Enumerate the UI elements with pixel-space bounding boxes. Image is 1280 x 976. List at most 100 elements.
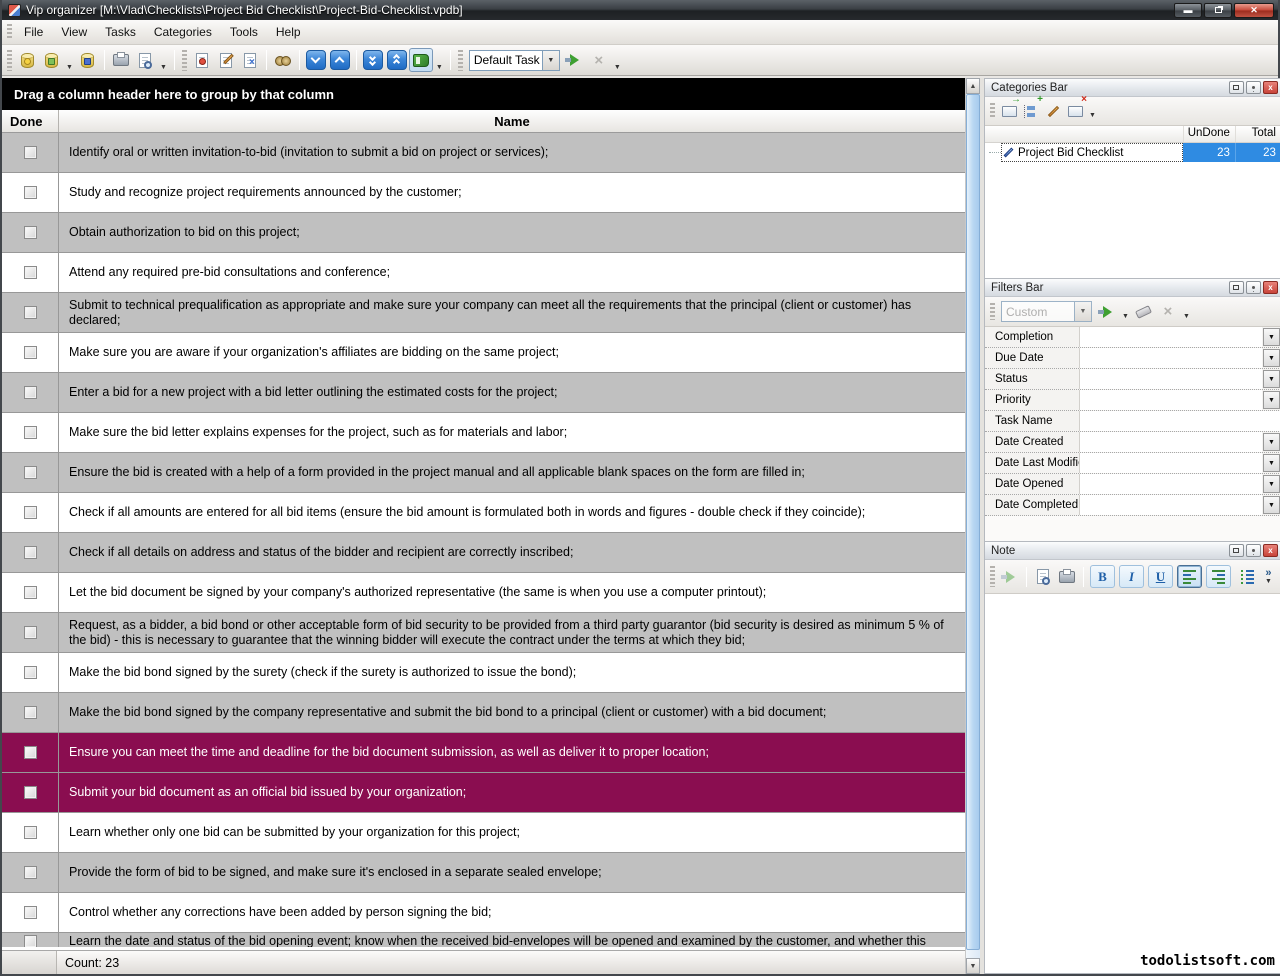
- filters-restore-icon[interactable]: [1229, 281, 1244, 294]
- column-header-name[interactable]: Name: [59, 110, 965, 132]
- print-preview-dropdown-icon[interactable]: ▼: [157, 64, 170, 71]
- filter-dropdown-icon[interactable]: ▼: [1263, 433, 1280, 451]
- task-row[interactable]: Learn whether only one bid can be submit…: [2, 813, 965, 853]
- move-up-icon[interactable]: [328, 48, 352, 72]
- menu-item-view[interactable]: View: [52, 22, 96, 42]
- category-row[interactable]: Project Bid Checklist 23 23: [985, 143, 1280, 162]
- overflow-chevron-icon[interactable]: »: [1265, 568, 1271, 578]
- task-row[interactable]: Make sure you are aware if your organiza…: [2, 333, 965, 373]
- filter-value-field[interactable]: [1080, 390, 1262, 410]
- align-left-icon[interactable]: [1177, 565, 1202, 588]
- task-checkbox[interactable]: [24, 186, 37, 199]
- task-row[interactable]: Let the bid document be signed by your c…: [2, 573, 965, 613]
- task-row[interactable]: Ensure the bid is created with a help of…: [2, 453, 965, 493]
- edit-category-icon[interactable]: [1042, 100, 1064, 122]
- task-checkbox[interactable]: [24, 226, 37, 239]
- group-by-banner[interactable]: Drag a column header here to group by th…: [2, 78, 965, 110]
- scroll-up-icon[interactable]: ▲: [966, 78, 980, 94]
- task-checkbox[interactable]: [24, 546, 37, 559]
- move-to-top-icon[interactable]: [385, 48, 409, 72]
- task-checkbox[interactable]: [24, 626, 37, 639]
- task-row[interactable]: Check if all details on address and stat…: [2, 533, 965, 573]
- task-checkbox[interactable]: [24, 746, 37, 759]
- task-row[interactable]: Submit your bid document as an official …: [2, 773, 965, 813]
- menu-item-help[interactable]: Help: [267, 22, 310, 42]
- filter-dropdown-icon[interactable]: ▼: [1263, 328, 1280, 346]
- task-row[interactable]: Ensure you can meet the time and deadlin…: [2, 733, 965, 773]
- column-header-done[interactable]: Done: [2, 110, 59, 132]
- task-row[interactable]: Make the bid bond signed by the company …: [2, 693, 965, 733]
- menu-item-file[interactable]: File: [15, 22, 52, 42]
- task-checkbox[interactable]: [24, 346, 37, 359]
- filters-pin-icon[interactable]: [1246, 281, 1261, 294]
- note-restore-icon[interactable]: [1229, 544, 1244, 557]
- categories-close-icon[interactable]: x: [1263, 81, 1278, 94]
- apply-filter-icon[interactable]: [1095, 300, 1119, 324]
- clear-filter-icon[interactable]: [1132, 300, 1156, 324]
- task-checkbox[interactable]: [24, 906, 37, 919]
- note-print-icon[interactable]: [1055, 565, 1079, 589]
- task-row[interactable]: Obtain authorization to bid on this proj…: [2, 213, 965, 253]
- filter-dropdown-icon[interactable]: ▼: [1263, 454, 1280, 472]
- task-checkbox[interactable]: [24, 426, 37, 439]
- task-checkbox[interactable]: [24, 466, 37, 479]
- vertical-scrollbar[interactable]: ▲ ▼: [965, 78, 980, 974]
- minimize-button-icon[interactable]: ▬: [1174, 3, 1202, 18]
- task-checkbox[interactable]: [24, 935, 37, 947]
- task-row[interactable]: Make sure the bid letter explains expens…: [2, 413, 965, 453]
- note-print-preview-icon[interactable]: [1031, 565, 1055, 589]
- toggle-notes-icon[interactable]: [409, 48, 433, 72]
- underline-icon[interactable]: U: [1148, 565, 1173, 588]
- menu-item-tasks[interactable]: Tasks: [96, 22, 145, 42]
- filter-dropdown-icon[interactable]: ▼: [1263, 475, 1280, 493]
- task-row[interactable]: Learn the date and status of the bid ope…: [2, 933, 965, 947]
- open-database-icon[interactable]: [39, 48, 63, 72]
- print-preview-icon[interactable]: [133, 48, 157, 72]
- task-template-combobox[interactable]: Default Task ▼: [469, 50, 560, 71]
- task-row[interactable]: Identify oral or written invitation-to-b…: [2, 133, 965, 173]
- filter-value-field[interactable]: [1080, 495, 1262, 515]
- close-button-icon[interactable]: ✕: [1234, 3, 1274, 18]
- categories-pin-icon[interactable]: [1246, 81, 1261, 94]
- delete-task-icon[interactable]: ×: [238, 48, 262, 72]
- filter-dropdown-icon[interactable]: ▼: [1263, 370, 1280, 388]
- note-toolbar-dropdown-icon[interactable]: ▼: [1262, 578, 1275, 585]
- move-to-bottom-icon[interactable]: [361, 48, 385, 72]
- menu-item-tools[interactable]: Tools: [221, 22, 267, 42]
- new-category-icon[interactable]: →: [998, 100, 1020, 122]
- toolbar-overflow-dropdown-icon[interactable]: ▼: [611, 64, 624, 71]
- task-row[interactable]: Control whether any corrections have bee…: [2, 893, 965, 933]
- edit-task-icon[interactable]: [214, 48, 238, 72]
- task-row[interactable]: Enter a bid for a new project with a bid…: [2, 373, 965, 413]
- task-row[interactable]: Check if all amounts are entered for all…: [2, 493, 965, 533]
- filters-toolbar-dropdown-icon[interactable]: ▼: [1180, 313, 1193, 320]
- filter-value-field[interactable]: [1080, 432, 1262, 452]
- filter-value-field[interactable]: [1080, 474, 1262, 494]
- task-row[interactable]: Submit to technical prequalification as …: [2, 293, 965, 333]
- new-subcategory-icon[interactable]: +: [1020, 100, 1042, 122]
- category-name-cell[interactable]: Project Bid Checklist: [1001, 143, 1183, 162]
- filters-close-icon[interactable]: x: [1263, 281, 1278, 294]
- move-down-icon[interactable]: [304, 48, 328, 72]
- filter-dropdown-icon[interactable]: ▼: [1263, 391, 1280, 409]
- categories-restore-icon[interactable]: [1229, 81, 1244, 94]
- task-checkbox[interactable]: [24, 586, 37, 599]
- filter-value-field[interactable]: [1080, 348, 1262, 368]
- bold-icon[interactable]: B: [1090, 565, 1115, 588]
- note-close-icon[interactable]: x: [1263, 544, 1278, 557]
- task-checkbox[interactable]: [24, 866, 37, 879]
- scrollbar-thumb[interactable]: [966, 94, 980, 950]
- task-row[interactable]: Make the bid bond signed by the surety (…: [2, 653, 965, 693]
- task-template-dropdown-icon[interactable]: ▼: [542, 51, 559, 70]
- task-row[interactable]: Study and recognize project requirements…: [2, 173, 965, 213]
- note-editor[interactable]: todolistsoft.com: [985, 594, 1280, 973]
- print-icon[interactable]: [109, 48, 133, 72]
- task-checkbox[interactable]: [24, 666, 37, 679]
- apply-task-template-icon[interactable]: [563, 48, 587, 72]
- task-row[interactable]: Attend any required pre-bid consultation…: [2, 253, 965, 293]
- filter-value-field[interactable]: [1080, 411, 1280, 431]
- find-tasks-icon[interactable]: [271, 48, 295, 72]
- scroll-down-icon[interactable]: ▼: [966, 958, 980, 974]
- bullet-list-icon[interactable]: [1235, 565, 1260, 588]
- filter-value-field[interactable]: [1080, 369, 1262, 389]
